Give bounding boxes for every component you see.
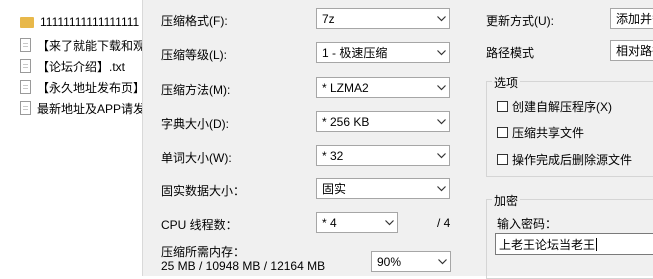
level-select[interactable]: 1 - 极速压缩 (316, 42, 450, 63)
folder-icon (20, 16, 34, 28)
path-mode-label: 路径模式 (486, 46, 535, 60)
level-value: 1 - 极速压缩 (322, 46, 388, 60)
word-size-label: 单词大小(W): (161, 151, 232, 165)
list-item[interactable]: 【永久地址发布页】 (20, 78, 150, 96)
update-mode-select[interactable]: 添加并替 (610, 8, 653, 29)
add-to-archive-dialog: 压缩格式(F): 7z 压缩等级(L): 1 - 极速压缩 压缩方法(M): *… (142, 0, 653, 279)
text-file-icon (20, 80, 31, 94)
chevron-down-icon (433, 112, 449, 131)
list-item[interactable]: 【来了就能下载和观 (20, 36, 150, 54)
update-mode-value: 添加并替 (616, 12, 653, 26)
solid-block-label: 固实数据大小： (161, 184, 246, 198)
delete-after-checkbox[interactable]: 操作完成后删除源文件 (497, 151, 632, 168)
dictionary-label: 字典大小(D): (161, 117, 229, 131)
chevron-down-icon (434, 252, 450, 271)
options-title: 选项 (492, 74, 521, 91)
cpu-total: / 4 (437, 216, 451, 230)
cpu-threads-label: CPU 线程数： (161, 218, 238, 232)
solid-block-value: 固实 (322, 182, 347, 196)
file-name: 【论坛介绍】.txt (37, 59, 126, 74)
chevron-down-icon (433, 9, 449, 28)
dictionary-select[interactable]: * 256 KB (316, 111, 450, 132)
format-value: 7z (322, 11, 335, 26)
method-select[interactable]: * LZMA2 (316, 77, 450, 98)
format-select[interactable]: 7z (316, 8, 450, 29)
memory-percent-value: 90% (377, 254, 402, 269)
password-value: 上老王论坛当老王 (499, 237, 596, 252)
solid-block-select[interactable]: 固实 (316, 178, 450, 199)
list-item[interactable]: 11111111111111111 (20, 13, 150, 31)
chevron-down-icon (433, 43, 449, 62)
cpu-threads-select[interactable]: * 4 (316, 212, 398, 233)
level-label: 压缩等级(L): (161, 48, 228, 62)
word-size-select[interactable]: * 32 (316, 145, 450, 166)
chevron-down-icon (433, 146, 449, 165)
format-label: 压缩格式(F): (161, 14, 228, 28)
list-item[interactable]: 最新地址及APP请发 (20, 99, 150, 117)
text-caret (596, 237, 598, 251)
dictionary-value: * 256 KB (322, 114, 370, 129)
file-name: 最新地址及APP请发 (37, 101, 146, 116)
chevron-down-icon (433, 179, 449, 198)
text-file-icon (20, 101, 31, 115)
path-mode-value: 相对路径 (616, 44, 653, 58)
file-name: 11111111111111111 (40, 15, 140, 29)
file-name: 【来了就能下载和观 (37, 38, 146, 53)
chevron-down-icon (433, 78, 449, 97)
text-file-icon (20, 59, 31, 73)
file-name: 【永久地址发布页】 (37, 80, 146, 95)
encryption-title: 加密 (492, 192, 521, 209)
compress-shared-checkbox[interactable]: 压缩共享文件 (497, 124, 584, 141)
memory-value: 25 MB / 10948 MB / 12164 MB (161, 259, 326, 273)
cpu-threads-value: * 4 (322, 215, 337, 230)
update-mode-label: 更新方式(U): (486, 14, 554, 28)
create-sfx-label: 创建自解压程序(X) (512, 100, 612, 114)
text-file-icon (20, 38, 31, 52)
delete-after-label: 操作完成后删除源文件 (512, 153, 633, 167)
file-list: 11111111111111111 【来了就能下载和观 【论坛介绍】.txt 【… (0, 0, 150, 276)
checkbox-box[interactable] (497, 154, 508, 165)
path-mode-select[interactable]: 相对路径 (610, 40, 653, 61)
chevron-down-icon (381, 213, 397, 232)
compress-shared-label: 压缩共享文件 (512, 126, 585, 140)
method-label: 压缩方法(M): (161, 83, 231, 97)
method-value: * LZMA2 (322, 80, 369, 95)
password-label: 输入密码： (497, 217, 558, 231)
checkbox-box[interactable] (497, 101, 508, 112)
word-size-value: * 32 (322, 148, 344, 163)
memory-percent-select[interactable]: 90% (371, 251, 451, 272)
memory-label: 压缩所需内存： (161, 245, 246, 259)
checkbox-box[interactable] (497, 127, 508, 138)
password-input[interactable]: 上老王论坛当老王 (495, 233, 653, 255)
create-sfx-checkbox[interactable]: 创建自解压程序(X) (497, 98, 612, 115)
list-item[interactable]: 【论坛介绍】.txt (20, 57, 150, 75)
